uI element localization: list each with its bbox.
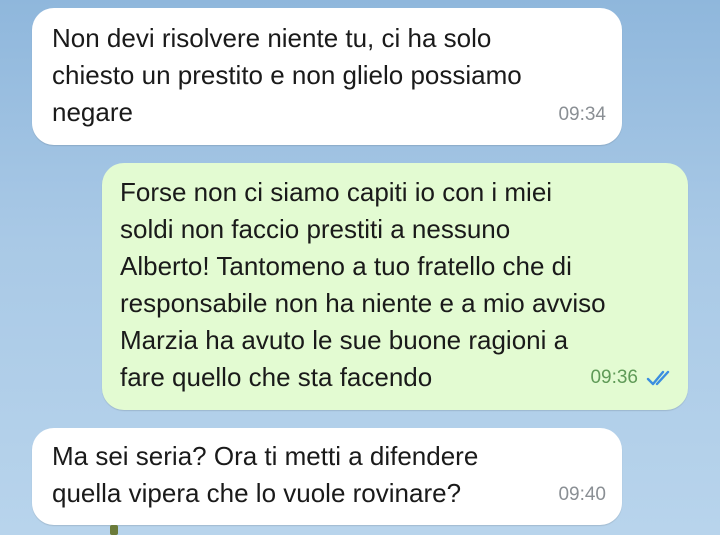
message-time: 09:34	[558, 104, 606, 125]
message-meta: 09:34	[558, 96, 606, 133]
message-bubble-outgoing[interactable]: Forse non ci siamo capiti io con i miei …	[102, 163, 688, 410]
message-meta: 09:36	[590, 359, 674, 396]
double-check-icon	[646, 370, 670, 385]
wallpaper-plant	[110, 525, 118, 535]
message-time: 09:40	[558, 484, 606, 505]
message-text: Ma sei seria? Ora ti metti a difendere q…	[52, 441, 479, 508]
message-text: Non devi risolvere niente tu, ci ha solo…	[52, 23, 522, 127]
message-text: Forse non ci siamo capiti io con i miei …	[120, 177, 606, 392]
message-bubble-incoming[interactable]: Ma sei seria? Ora ti metti a difendere q…	[32, 428, 622, 525]
message-meta: 09:40	[558, 476, 606, 513]
message-bubble-incoming[interactable]: Non devi risolvere niente tu, ci ha solo…	[32, 8, 622, 145]
message-time: 09:36	[590, 367, 638, 388]
